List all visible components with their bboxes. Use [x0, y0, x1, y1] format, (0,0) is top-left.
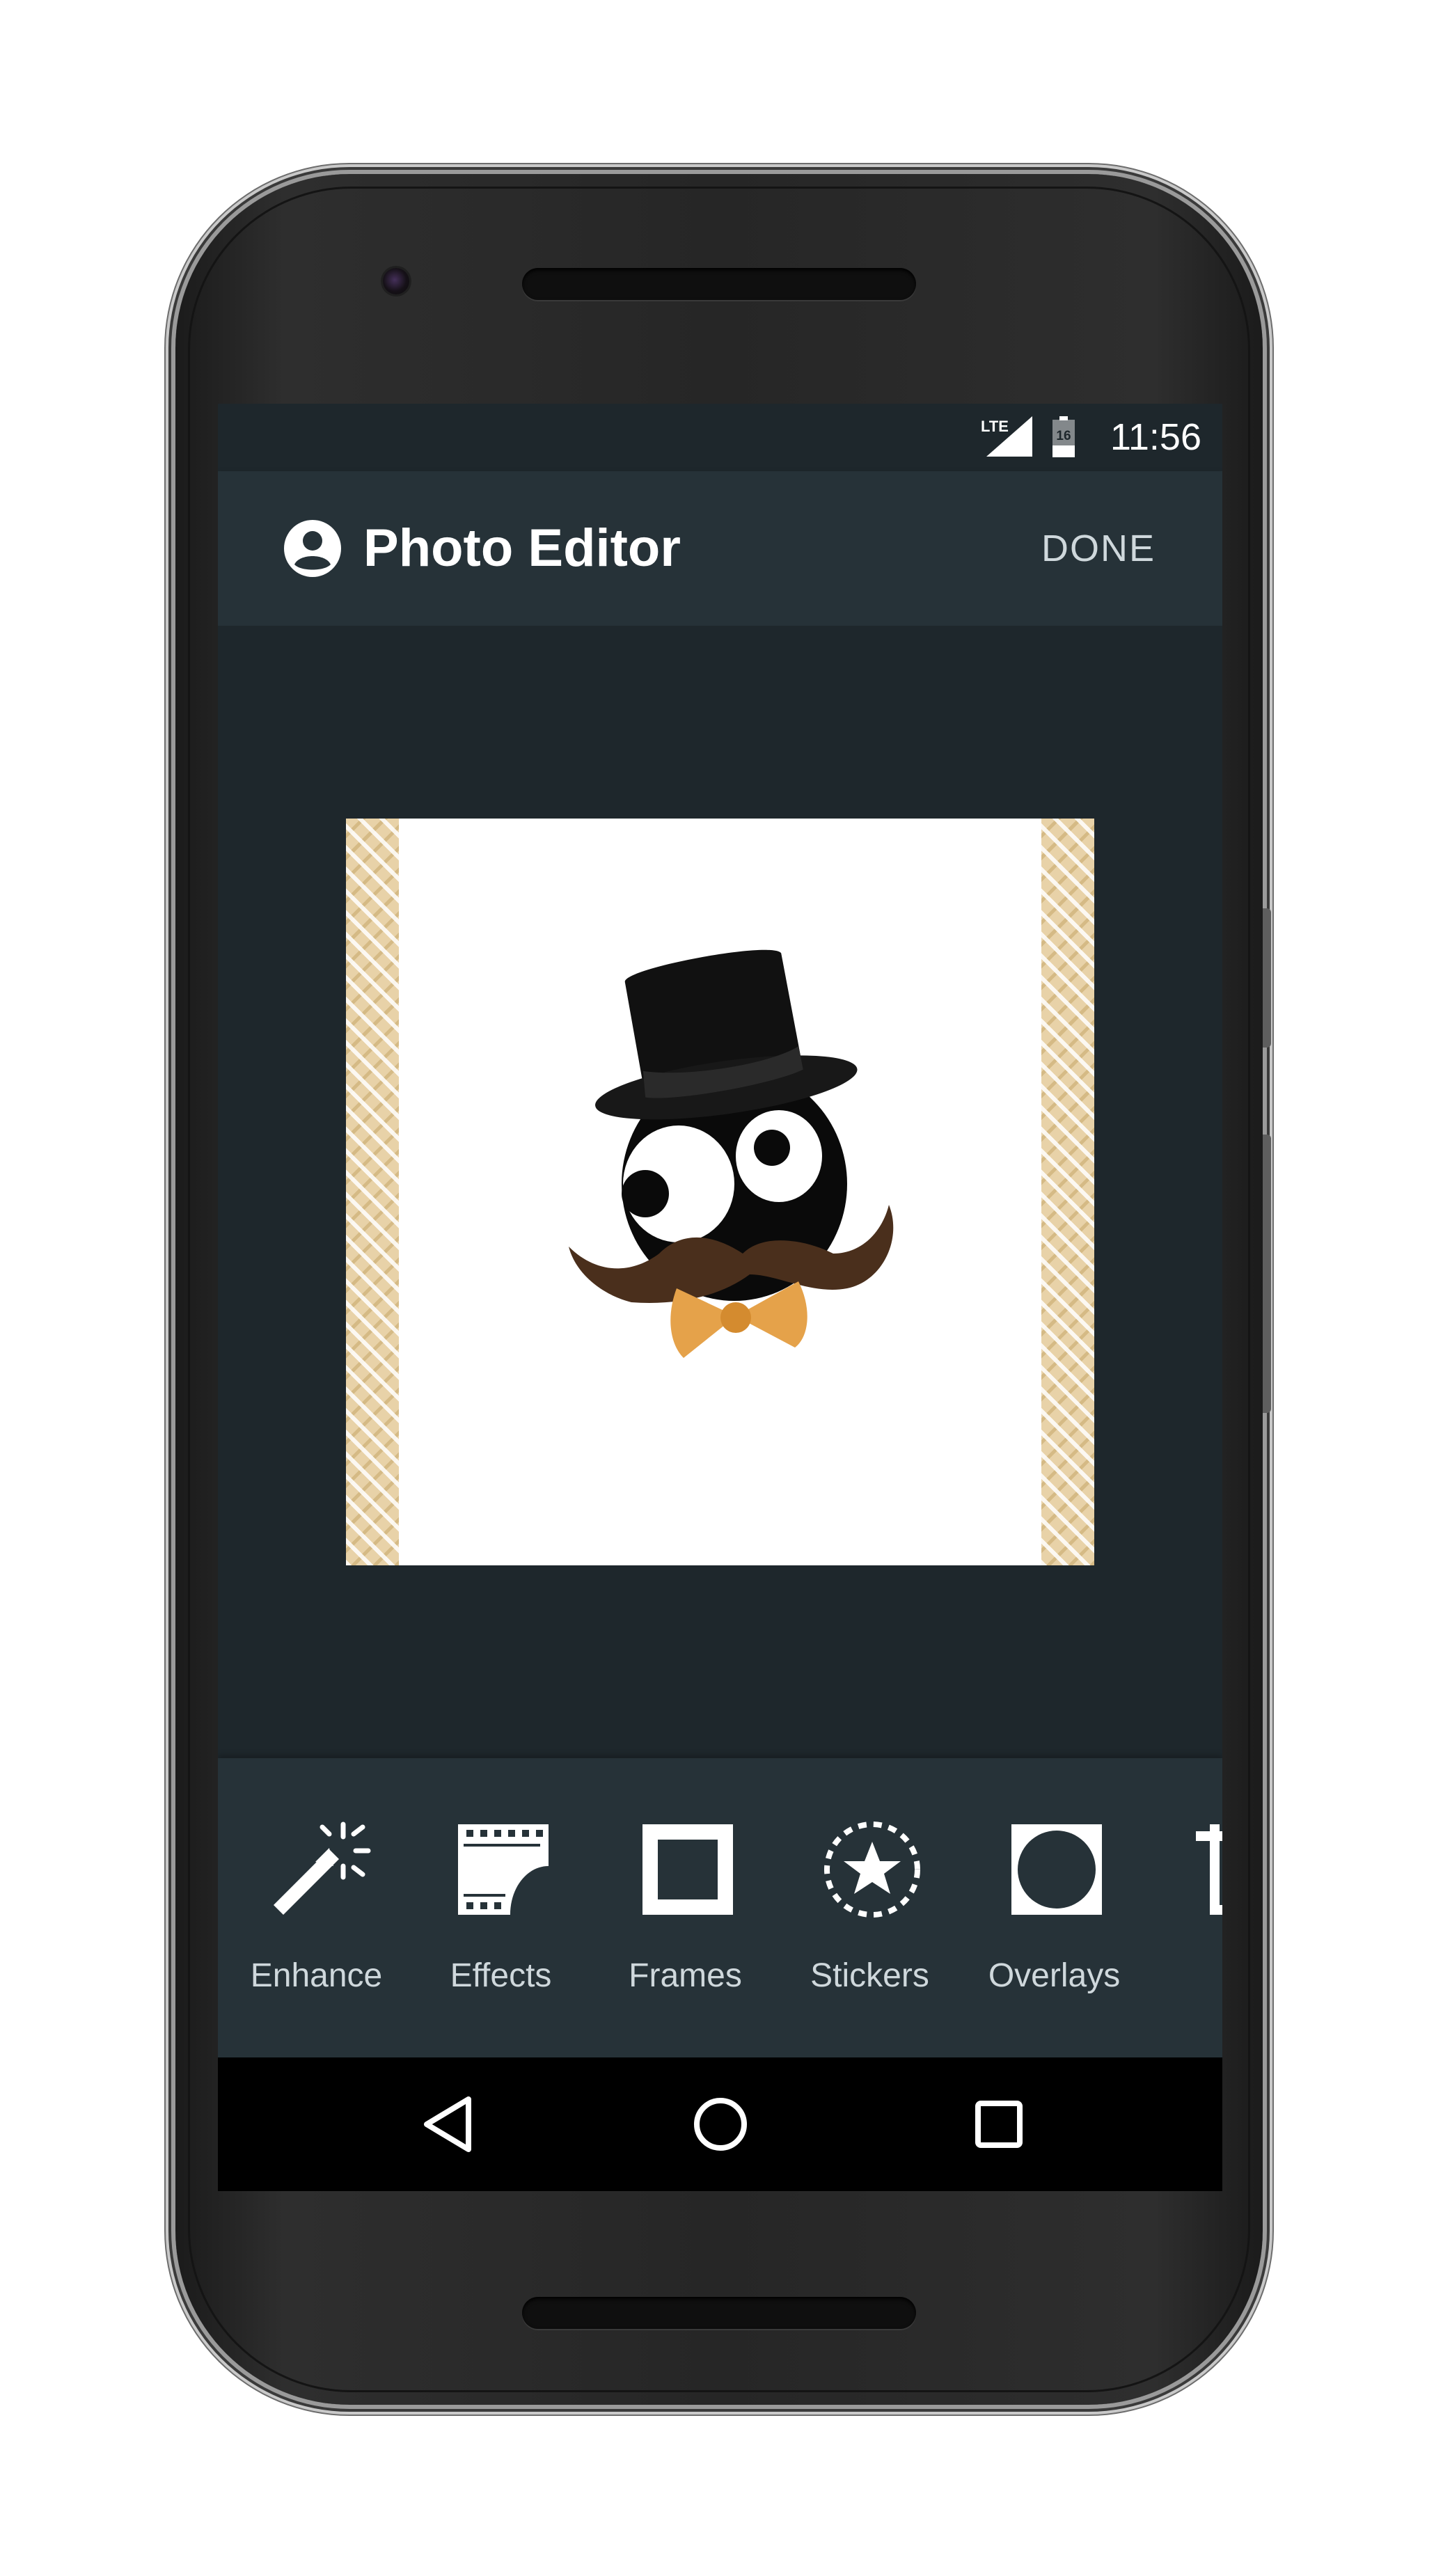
editing-canvas: [218, 626, 1222, 1767]
tool-crop[interactable]: Cr: [1146, 1758, 1222, 2057]
frame-border-right: [1041, 819, 1094, 1565]
tool-label-frames: Frames: [629, 1957, 742, 1994]
magic-wand-icon: [274, 1822, 371, 1915]
app-bar: Photo Editor DONE: [218, 471, 1222, 626]
lte-label: LTE: [981, 418, 1009, 435]
photo-preview[interactable]: [346, 819, 1094, 1565]
tool-effects[interactable]: Effects: [409, 1758, 593, 2057]
status-time: 11:56: [1110, 416, 1201, 458]
frame-icon: [642, 1824, 733, 1915]
tool-label-overlays: Overlays: [988, 1957, 1121, 1994]
done-button[interactable]: DONE: [1041, 471, 1156, 626]
crop-icon: [1196, 1824, 1222, 1915]
battery-icon: 16: [1052, 416, 1075, 457]
tool-label-crop: Cr: [1146, 1957, 1222, 1995]
mustache-bird-sticker[interactable]: [555, 947, 917, 1379]
app-title: Photo Editor: [363, 519, 681, 578]
tool-overlays[interactable]: Overlays: [962, 1758, 1146, 2057]
back-icon[interactable]: [414, 2089, 484, 2159]
recents-icon[interactable]: [964, 2089, 1034, 2159]
tool-label-effects: Effects: [450, 1957, 552, 1994]
battery-level: 16: [1056, 429, 1071, 443]
frame-border-left: [346, 819, 399, 1565]
status-bar: LTE 16 11:56: [218, 404, 1222, 471]
overlay-icon: [1011, 1824, 1102, 1915]
screen: LTE 16 11:56 Photo Editor DONE Enhance E…: [218, 404, 1222, 2191]
tool-label-stickers: Stickers: [810, 1957, 929, 1994]
film-icon: [458, 1824, 549, 1915]
system-nav-bar: [218, 2057, 1222, 2191]
volume-button: [1263, 1135, 1271, 1413]
top-speaker: [522, 268, 916, 300]
tool-frames[interactable]: Frames: [593, 1758, 778, 2057]
sticker-star-icon: [824, 1822, 920, 1918]
account-circle-icon[interactable]: [284, 520, 341, 577]
tool-enhance[interactable]: Enhance: [224, 1758, 409, 2057]
tools-toolbar: Enhance Effects Frames Stickers Overlays: [218, 1758, 1222, 2057]
lte-signal-icon: LTE: [981, 416, 1032, 457]
bottom-speaker: [522, 2297, 916, 2329]
tool-label-enhance: Enhance: [250, 1957, 383, 1994]
home-icon[interactable]: [686, 2089, 755, 2159]
front-camera: [383, 268, 409, 294]
tool-stickers[interactable]: Stickers: [778, 1758, 962, 2057]
power-button: [1263, 908, 1271, 1048]
